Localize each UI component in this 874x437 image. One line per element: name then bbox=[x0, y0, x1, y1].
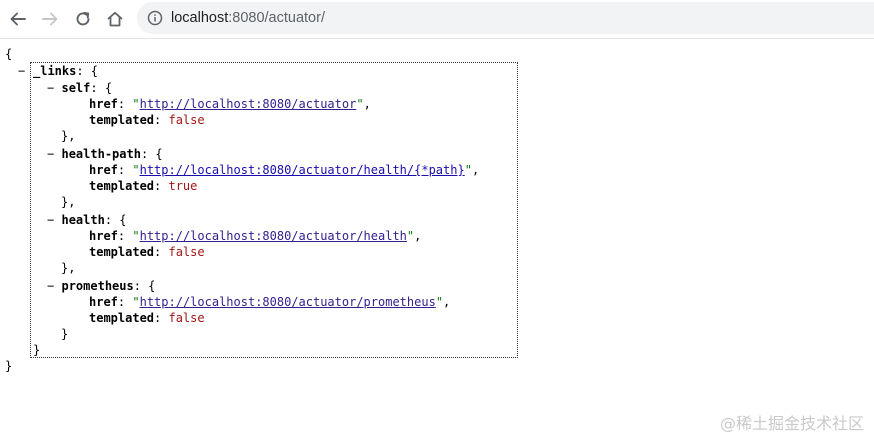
entry-close: }, bbox=[61, 195, 76, 209]
templated-value-health: false bbox=[168, 245, 205, 259]
root-open-brace: { bbox=[5, 47, 13, 61]
href-link-prometheus[interactable]: http://localhost:8080/actuator/prometheu… bbox=[140, 295, 436, 309]
entry-key-health-path: health-path bbox=[61, 147, 141, 161]
entry-collapse-toggle[interactable]: − bbox=[47, 81, 54, 95]
templated-key: templated bbox=[89, 245, 155, 259]
templated-value-self: false bbox=[168, 113, 205, 127]
trailing-comma: , bbox=[414, 229, 422, 243]
entry-collapse-toggle[interactable]: − bbox=[47, 279, 54, 293]
trailing-comma: , bbox=[363, 97, 371, 111]
reload-icon[interactable] bbox=[71, 7, 95, 31]
href-key: href bbox=[89, 97, 118, 111]
back-arrow-icon[interactable] bbox=[6, 7, 30, 31]
entry-close: }, bbox=[61, 129, 76, 143]
links-close-brace: } bbox=[33, 343, 41, 357]
templated-key: templated bbox=[89, 179, 155, 193]
watermark: @稀土掘金技术社区 bbox=[719, 414, 864, 433]
home-icon[interactable] bbox=[103, 7, 127, 31]
href-key: href bbox=[89, 229, 118, 243]
url-text[interactable]: localhost:8080/actuator/ bbox=[171, 10, 325, 26]
entry-key-prometheus: prometheus bbox=[61, 279, 134, 293]
href-key: href bbox=[89, 295, 118, 309]
info-icon[interactable] bbox=[147, 10, 163, 26]
templated-value-prometheus: false bbox=[168, 311, 205, 325]
templated-value-health-path: true bbox=[168, 179, 198, 193]
entry-close: } bbox=[61, 327, 69, 341]
href-link-self[interactable]: http://localhost:8080/actuator bbox=[140, 97, 357, 111]
url-host: localhost bbox=[171, 10, 229, 26]
root-close-brace: } bbox=[5, 359, 13, 373]
templated-key: templated bbox=[89, 311, 155, 325]
url-path: :8080/actuator/ bbox=[228, 10, 325, 26]
trailing-comma: , bbox=[471, 163, 480, 177]
entry-collapse-toggle[interactable]: − bbox=[47, 147, 54, 161]
entry-key-health: health bbox=[61, 213, 105, 227]
href-link-health[interactable]: http://localhost:8080/actuator/health bbox=[140, 229, 407, 243]
entry-key-self: self bbox=[61, 81, 91, 95]
browser-toolbar: localhost:8080/actuator/ bbox=[0, 0, 874, 39]
href-link-health-path[interactable]: http://localhost:8080/actuator/health/{*… bbox=[140, 163, 465, 177]
entry-collapse-toggle[interactable]: − bbox=[47, 213, 54, 227]
forward-arrow-icon[interactable] bbox=[38, 7, 62, 31]
address-bar[interactable]: localhost:8080/actuator/ bbox=[137, 2, 874, 34]
links-key: _links bbox=[33, 64, 77, 78]
links-collapse-toggle[interactable]: − bbox=[18, 63, 25, 79]
entry-close: }, bbox=[61, 261, 76, 275]
templated-key: templated bbox=[89, 113, 155, 127]
href-key: href bbox=[89, 163, 118, 177]
